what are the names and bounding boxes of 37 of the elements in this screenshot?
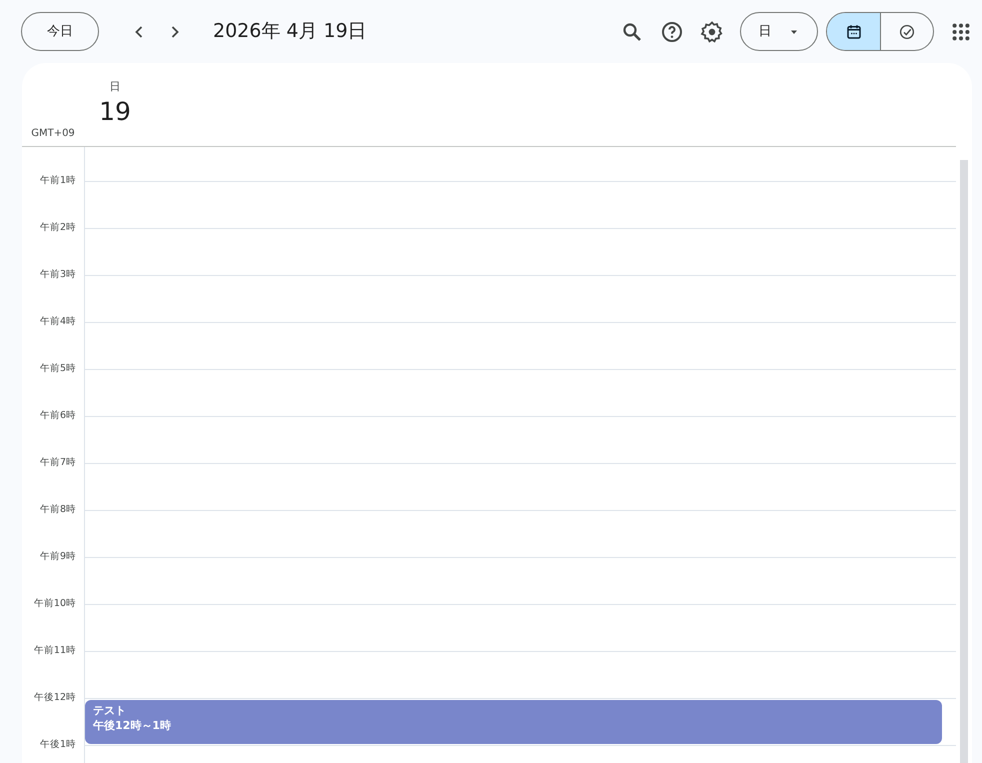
scrollbar[interactable]	[960, 160, 968, 763]
hour-label: 午前2時	[38, 221, 77, 235]
apps-grid-icon[interactable]	[950, 21, 972, 44]
check-circle-icon	[898, 22, 916, 40]
hour-label: 午前11時	[32, 644, 77, 658]
time-slot[interactable]	[84, 510, 956, 557]
today-button[interactable]: 今日	[21, 12, 99, 51]
hour-label: 午前7時	[38, 456, 77, 470]
hour-label: 午前9時	[38, 550, 77, 564]
weekday-label: 日	[110, 79, 120, 95]
hour-label: 午後12時	[32, 691, 77, 705]
hour-label: 午前6時	[38, 409, 77, 423]
time-slot[interactable]	[84, 275, 956, 322]
hour-label: 午後1時	[38, 738, 77, 752]
settings-icon[interactable]	[700, 20, 724, 44]
time-slot[interactable]	[84, 228, 956, 275]
time-slot[interactable]	[84, 369, 956, 416]
hour-label: 午前1時	[38, 174, 77, 188]
calendar-view-toggle[interactable]	[827, 13, 880, 50]
hour-label: 午前5時	[38, 362, 77, 376]
timezone-label: GMT+09	[31, 127, 75, 141]
hour-label: 午前4時	[38, 315, 77, 329]
help-icon[interactable]	[660, 20, 684, 44]
hour-label: 午前10時	[32, 597, 77, 611]
time-slot[interactable]	[84, 463, 956, 510]
time-slot[interactable]	[84, 181, 956, 228]
date-title: 2026年 4月 19日	[213, 19, 367, 44]
time-slot[interactable]	[84, 557, 956, 604]
hour-label: 午前8時	[38, 503, 77, 517]
date-number[interactable]: 19	[99, 96, 131, 128]
time-slot[interactable]	[84, 604, 956, 651]
view-dropdown[interactable]: 日	[740, 12, 818, 51]
time-slot[interactable]	[84, 322, 956, 369]
time-slot[interactable]	[84, 416, 956, 463]
hour-label: 午前3時	[38, 268, 77, 282]
calendar-icon	[844, 22, 862, 40]
time-slot[interactable]	[84, 651, 956, 698]
